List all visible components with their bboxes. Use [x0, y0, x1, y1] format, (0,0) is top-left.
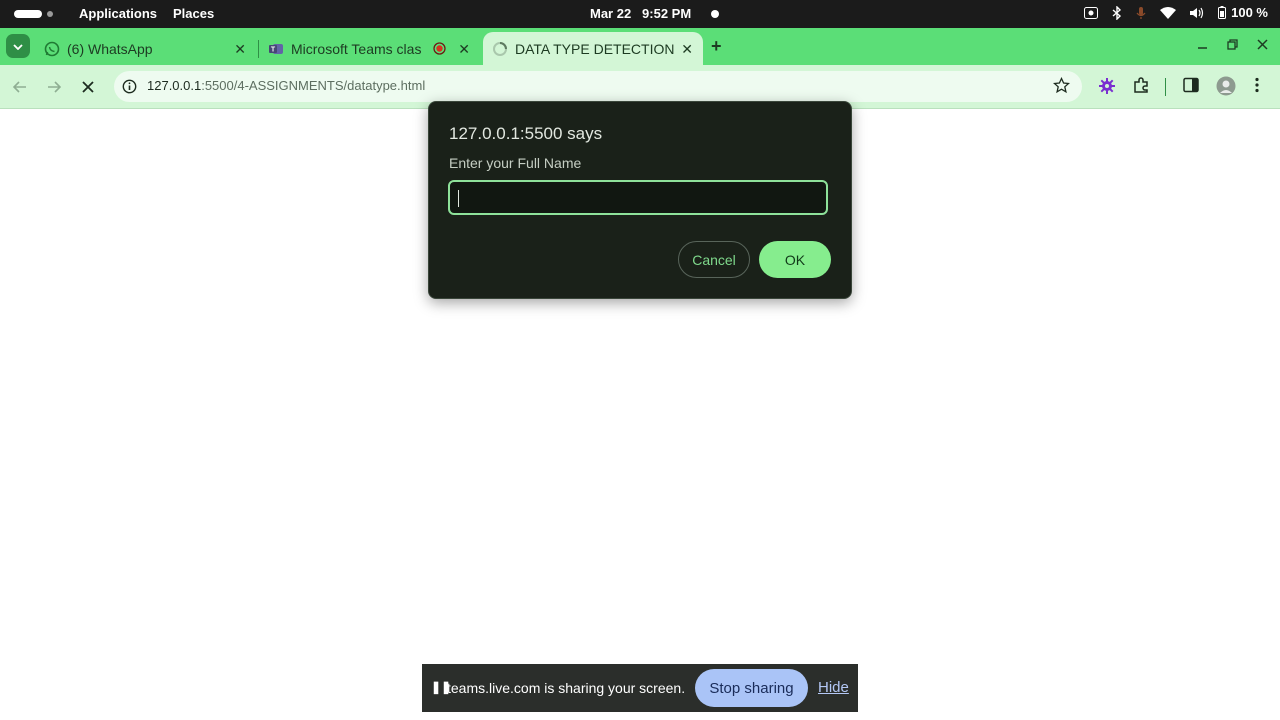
bluetooth-icon[interactable]	[1112, 5, 1122, 20]
activities-indicator[interactable]	[14, 10, 42, 18]
address-bar[interactable]: 127.0.0.1:5500/4-ASSIGNMENTS/datatype.ht…	[114, 71, 1082, 102]
ok-button[interactable]: OK	[759, 241, 831, 278]
close-icon[interactable]: ✕	[458, 41, 470, 58]
arrow-right-icon	[48, 81, 61, 93]
applications-menu[interactable]: Applications	[79, 6, 157, 21]
menu-dots-icon[interactable]	[1254, 77, 1260, 98]
close-window-button[interactable]	[1257, 38, 1268, 53]
avatar[interactable]	[1216, 76, 1236, 101]
prompt-dialog: 127.0.0.1:5500 says Enter your Full Name…	[428, 101, 852, 299]
dialog-title: 127.0.0.1:5500 says	[449, 124, 603, 143]
system-top-bar: Applications Places Mar 22 9:52 PM 100 %	[0, 0, 1280, 28]
url-host: 127.0.0.1	[147, 78, 202, 93]
notification-dot	[711, 10, 719, 18]
loading-icon	[492, 41, 508, 57]
forward-button[interactable]	[44, 77, 64, 97]
workspace-indicator[interactable]	[47, 11, 53, 17]
hide-link[interactable]: Hide	[818, 679, 849, 696]
places-menu[interactable]: Places	[173, 6, 214, 21]
bookmark-star-icon[interactable]	[1052, 76, 1071, 99]
side-panel-icon[interactable]	[1183, 77, 1199, 98]
text-cursor	[458, 190, 459, 207]
tab-microsoft-teams[interactable]: T Microsoft Teams clas ✕	[258, 32, 480, 65]
tab-whatsapp[interactable]: (6) WhatsApp ✕	[34, 32, 256, 65]
battery-percentage: 100 %	[1231, 5, 1268, 20]
minimize-button[interactable]	[1197, 38, 1208, 53]
recording-icon	[433, 42, 446, 58]
screen-sharing-bar: ❚❚ teams.live.com is sharing your screen…	[422, 664, 858, 712]
url-path: :5500/4-ASSIGNMENTS/datatype.html	[201, 78, 426, 93]
tab-data-type-detection[interactable]: DATA TYPE DETECTION ✕	[483, 32, 703, 65]
teams-icon: T	[268, 41, 284, 57]
dialog-message: Enter your Full Name	[449, 155, 582, 171]
battery-icon	[1218, 6, 1227, 19]
full-name-input[interactable]	[448, 180, 828, 215]
system-tray[interactable]: 100 %	[1084, 5, 1268, 20]
info-icon[interactable]	[122, 79, 137, 99]
whatsapp-icon	[44, 41, 60, 57]
mic-off-icon[interactable]	[1136, 6, 1146, 20]
tab-search-button[interactable]	[6, 34, 30, 58]
close-icon[interactable]: ✕	[681, 41, 693, 58]
chevron-down-icon	[13, 37, 23, 55]
back-button[interactable]	[10, 77, 30, 97]
stop-sharing-button[interactable]: Stop sharing	[695, 669, 808, 707]
stop-loading-button[interactable]	[78, 77, 98, 97]
wifi-icon[interactable]	[1160, 6, 1177, 19]
sharing-message: teams.live.com is sharing your screen.	[447, 680, 686, 696]
time-label: 9:52 PM	[642, 6, 692, 21]
close-icon	[82, 81, 94, 93]
cancel-button[interactable]: Cancel	[678, 241, 750, 278]
battery-indicator[interactable]: 100 %	[1218, 5, 1268, 20]
volume-icon[interactable]	[1190, 7, 1204, 19]
svg-text:T: T	[271, 46, 276, 53]
extensions-icon[interactable]	[1133, 77, 1150, 99]
clock[interactable]: Mar 22 9:52 PM	[590, 6, 691, 21]
extension-puzzle-color-icon[interactable]	[1098, 77, 1116, 100]
screencast-icon[interactable]	[1084, 6, 1099, 19]
close-icon[interactable]: ✕	[234, 41, 246, 58]
tab-title: (6) WhatsApp	[67, 40, 153, 57]
arrow-left-icon	[13, 81, 26, 93]
toolbar-divider	[1165, 78, 1166, 96]
date-label: Mar 22	[590, 6, 632, 21]
tab-title: DATA TYPE DETECTION	[515, 40, 675, 57]
url-text[interactable]: 127.0.0.1:5500/4-ASSIGNMENTS/datatype.ht…	[147, 78, 425, 93]
restore-button[interactable]	[1227, 38, 1238, 53]
tab-title: Microsoft Teams clas	[291, 40, 422, 57]
tab-strip: (6) WhatsApp ✕ T Microsoft Teams clas ✕ …	[0, 28, 1280, 65]
new-tab-button[interactable]: +	[711, 36, 722, 57]
